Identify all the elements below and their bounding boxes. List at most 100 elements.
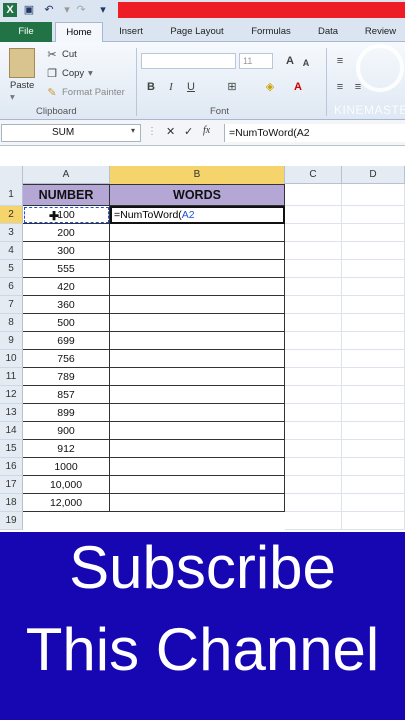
cell-d9[interactable] [342, 332, 405, 350]
cell-d8[interactable] [342, 314, 405, 332]
select-all-corner[interactable] [0, 166, 23, 184]
cell-c13[interactable] [285, 404, 342, 422]
cell-c7[interactable] [285, 296, 342, 314]
font-name-box[interactable] [141, 53, 236, 69]
cell-a2[interactable]: 100 [23, 206, 110, 224]
cut-icon[interactable]: ✂ [44, 47, 60, 63]
name-box-dropdown-icon[interactable]: ▾ [131, 126, 135, 135]
cell-d13[interactable] [342, 404, 405, 422]
insert-function-icon[interactable]: fx [203, 125, 210, 136]
cell-b8[interactable] [110, 314, 285, 332]
row-header-9[interactable]: 9 [0, 332, 23, 350]
font-size-box[interactable]: 11 [239, 53, 273, 69]
row-header-2[interactable]: 2 [0, 206, 23, 224]
cell-a10[interactable]: 756 [23, 350, 110, 368]
cell-c17[interactable] [285, 476, 342, 494]
cell-c16[interactable] [285, 458, 342, 476]
cell-b15[interactable] [110, 440, 285, 458]
cell-a16[interactable]: 1000 [23, 458, 110, 476]
paste-icon[interactable] [9, 48, 35, 78]
row-header-1[interactable]: 1 [0, 184, 23, 206]
formula-input[interactable]: =NumToWord(A2 [224, 124, 405, 142]
fill-color-icon[interactable]: ◈ [262, 79, 278, 95]
cell-c5[interactable] [285, 260, 342, 278]
cell-c14[interactable] [285, 422, 342, 440]
cell-a13[interactable]: 899 [23, 404, 110, 422]
tab-page-layout[interactable]: Page Layout [162, 22, 232, 42]
row-header-5[interactable]: 5 [0, 260, 23, 278]
row-header-12[interactable]: 12 [0, 386, 23, 404]
cell-b3[interactable] [110, 224, 285, 242]
cell-d15[interactable] [342, 440, 405, 458]
cell-d18[interactable] [342, 494, 405, 512]
cell-a11[interactable]: 789 [23, 368, 110, 386]
cell-b10[interactable] [110, 350, 285, 368]
cell-c10[interactable] [285, 350, 342, 368]
cell-b11[interactable] [110, 368, 285, 386]
cell-b1[interactable]: WORDS [110, 184, 285, 206]
cell-b16[interactable] [110, 458, 285, 476]
cell-d6[interactable] [342, 278, 405, 296]
cell-c15[interactable] [285, 440, 342, 458]
row-header-13[interactable]: 13 [0, 404, 23, 422]
row-header-15[interactable]: 15 [0, 440, 23, 458]
copy-dropdown-icon[interactable]: ▾ [88, 68, 93, 79]
cell-b5[interactable] [110, 260, 285, 278]
cell-d16[interactable] [342, 458, 405, 476]
cell-b2[interactable]: =NumToWord(A2 [110, 206, 285, 224]
borders-icon[interactable]: ⊞ [224, 79, 240, 95]
row-header-7[interactable]: 7 [0, 296, 23, 314]
cancel-icon[interactable]: ✕ [166, 125, 175, 138]
column-header-a[interactable]: A [23, 166, 110, 184]
tab-review[interactable]: Review [356, 22, 405, 42]
cell-a14[interactable]: 900 [23, 422, 110, 440]
row-header-8[interactable]: 8 [0, 314, 23, 332]
cell-d3[interactable] [342, 224, 405, 242]
cell-a8[interactable]: 500 [23, 314, 110, 332]
cell-c6[interactable] [285, 278, 342, 296]
cell-d17[interactable] [342, 476, 405, 494]
column-header-c[interactable]: C [285, 166, 342, 184]
row-header-18[interactable]: 18 [0, 494, 23, 512]
bold-button[interactable]: B [143, 79, 159, 95]
cell-a9[interactable]: 699 [23, 332, 110, 350]
paste-button[interactable]: Paste [10, 80, 34, 91]
align-left-icon[interactable]: ≡ [332, 79, 348, 95]
copy-icon[interactable]: ❐ [44, 66, 60, 82]
cell-a3[interactable]: 200 [23, 224, 110, 242]
row-header-17[interactable]: 17 [0, 476, 23, 494]
format-painter-icon[interactable]: ✎ [44, 85, 60, 101]
save-icon[interactable]: ▣ [22, 3, 36, 17]
cell-c4[interactable] [285, 242, 342, 260]
cell-a4[interactable]: 300 [23, 242, 110, 260]
row-header-16[interactable]: 16 [0, 458, 23, 476]
cell-d5[interactable] [342, 260, 405, 278]
cell-a1[interactable]: NUMBER [23, 184, 110, 206]
cell-d4[interactable] [342, 242, 405, 260]
customize-icon[interactable]: ▾ [96, 3, 110, 17]
row-header-19[interactable]: 19 [0, 512, 23, 530]
cell-c11[interactable] [285, 368, 342, 386]
cell-c9[interactable] [285, 332, 342, 350]
grow-font-icon[interactable]: A [282, 53, 298, 69]
row-header-4[interactable]: 4 [0, 242, 23, 260]
cell-d14[interactable] [342, 422, 405, 440]
underline-button[interactable]: U [183, 79, 199, 95]
tab-file[interactable]: File [0, 22, 52, 42]
cell-a17[interactable]: 10,000 [23, 476, 110, 494]
redo-icon[interactable]: ↷ [74, 3, 88, 17]
align-top-icon[interactable]: ≡ [332, 53, 348, 69]
tab-formulas[interactable]: Formulas [244, 22, 298, 42]
name-box[interactable]: SUM [1, 124, 141, 142]
column-header-d[interactable]: D [342, 166, 405, 184]
excel-logo-icon[interactable]: X [3, 3, 17, 17]
dropdown-icon[interactable]: ▾ [60, 3, 74, 17]
cell-c19[interactable] [285, 512, 342, 530]
cell-c18[interactable] [285, 494, 342, 512]
cell-d7[interactable] [342, 296, 405, 314]
cell-d2[interactable] [342, 206, 405, 224]
enter-icon[interactable]: ✓ [184, 125, 193, 138]
shrink-font-icon[interactable]: A [298, 55, 314, 71]
undo-icon[interactable]: ↶ [42, 3, 56, 17]
cell-a12[interactable]: 857 [23, 386, 110, 404]
